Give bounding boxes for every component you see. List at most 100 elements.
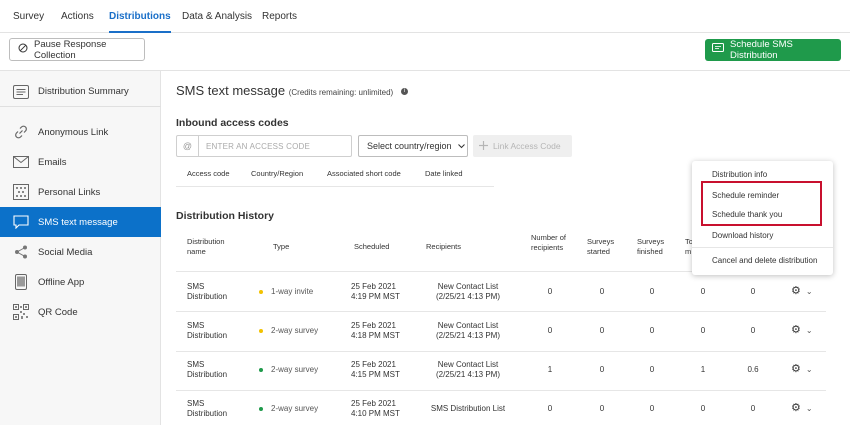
tab-actions[interactable]: Actions (61, 11, 94, 22)
sidebar-item-emails[interactable]: Emails (0, 147, 161, 177)
row4-finished: 0 (649, 404, 655, 413)
divider (176, 311, 826, 312)
sidebar-item-distribution-summary[interactable]: Distribution Summary (0, 77, 161, 107)
schedule-button-label: Schedule SMS Distribution (730, 39, 793, 61)
menu-item-download-history[interactable]: Download history (712, 231, 773, 240)
pause-icon (18, 43, 28, 56)
row3-recipients-sub: (2/25/21 4:13 PM) (435, 370, 501, 379)
chevron-down-icon (457, 141, 465, 151)
link-button-label: Link Access Code (493, 141, 561, 151)
credits-text: (Credits remaining: unlimited) (288, 88, 394, 97)
row2-name: SMS Distribution (187, 321, 228, 340)
status-dot-icon (259, 328, 263, 333)
row1-actions-button[interactable]: ⚙ ⌄ (791, 284, 813, 297)
sidebar-item-label: Personal Links (38, 186, 101, 198)
summary-icon (13, 84, 29, 100)
row3-name: SMS Distribution (187, 360, 228, 379)
row4-type-label: 2-way survey (271, 404, 319, 413)
row2-actions-button[interactable]: ⚙ ⌄ (791, 323, 813, 336)
row2-num: 0 (547, 326, 553, 335)
schedule-sms-distribution-button[interactable]: Schedule SMS Distribution (705, 39, 841, 61)
status-dot-icon (259, 289, 263, 294)
chevron-down-icon: ⌄ (805, 365, 813, 374)
row4-col8: 0 (700, 404, 706, 413)
row3-num: 1 (547, 365, 553, 374)
inbound-access-codes-heading: Inbound access codes (176, 117, 289, 129)
column-header-recipients: Recipients (426, 242, 462, 251)
row3-date: 25 Feb 2021 (351, 360, 396, 369)
sidebar-item-label: Anonymous Link (38, 126, 109, 138)
row2-type-label: 2-way survey (271, 326, 319, 335)
gear-icon: ⚙ (791, 402, 801, 414)
row4-num: 0 (547, 404, 553, 413)
row1-time: 4:19 PM MST (351, 292, 400, 301)
tab-reports[interactable]: Reports (262, 11, 297, 22)
row4-started: 0 (599, 404, 605, 413)
divider (176, 390, 826, 391)
row4-date: 25 Feb 2021 (351, 399, 396, 408)
sidebar-item-qr-code[interactable]: QR Code (0, 297, 161, 327)
column-header-distribution-name: Distribution name (187, 237, 225, 256)
row3-type-label: 2-way survey (271, 365, 319, 374)
chevron-down-icon: ⌄ (805, 287, 813, 296)
page-title: SMS text message (Credits remaining: unl… (176, 83, 408, 98)
row4-type: 2-way survey (259, 404, 318, 414)
sidebar: Distribution Summary Anonymous Link Emai… (0, 71, 161, 425)
personal-links-icon (13, 184, 29, 200)
row4-actions-button[interactable]: ⚙ ⌄ (791, 401, 813, 414)
row3-actions-button[interactable]: ⚙ ⌄ (791, 362, 813, 375)
status-dot-icon (259, 406, 263, 411)
menu-item-distribution-info[interactable]: Distribution info (712, 170, 767, 179)
app: Survey Actions Distributions Data & Anal… (0, 0, 850, 425)
row2-recipients: New Contact List (437, 321, 499, 330)
sidebar-item-label: SMS text message (38, 216, 118, 228)
sms-icon (712, 43, 724, 57)
column-header-surveys-finished: Surveys finished (637, 237, 665, 256)
sidebar-item-label: Emails (38, 156, 67, 168)
row2-col8: 0 (700, 326, 706, 335)
sidebar-item-personal-links[interactable]: Personal Links (0, 177, 161, 207)
info-icon[interactable]: i (400, 88, 408, 96)
link-access-code-button[interactable]: Link Access Code (473, 135, 572, 157)
sidebar-item-anonymous-link[interactable]: Anonymous Link (0, 117, 161, 147)
row3-time: 4:15 PM MST (351, 370, 400, 379)
sidebar-item-label: QR Code (38, 306, 78, 318)
pause-response-collection-button[interactable]: Pause Response Collection (9, 38, 145, 61)
column-header-surveys-started: Surveys started (587, 237, 615, 256)
row1-type: 1-way invite (259, 287, 313, 297)
row3-col9: 0.6 (747, 365, 759, 374)
row1-num: 0 (547, 287, 553, 296)
country-select-label: Select country/region (367, 141, 452, 151)
distribution-history-heading: Distribution History (176, 210, 275, 222)
tab-data-analysis[interactable]: Data & Analysis (182, 11, 252, 22)
menu-item-cancel-delete-distribution[interactable]: Cancel and delete distribution (712, 256, 817, 265)
gear-icon: ⚙ (791, 285, 801, 297)
tab-distributions[interactable]: Distributions (109, 11, 171, 33)
row2-started: 0 (599, 326, 605, 335)
access-code-input[interactable]: @ ENTER AN ACCESS CODE (176, 135, 352, 157)
row2-recipients-sub: (2/25/21 4:13 PM) (435, 331, 501, 340)
country-region-select[interactable]: Select country/region (358, 135, 468, 157)
row2-time: 4:18 PM MST (351, 331, 400, 340)
row2-col9: 0 (750, 326, 756, 335)
sidebar-item-label: Social Media (38, 246, 93, 258)
plus-icon (479, 140, 488, 152)
gear-icon: ⚙ (791, 324, 801, 336)
sidebar-item-sms-text-message[interactable]: SMS text message (0, 207, 161, 237)
column-header-number-of-recipients: Number of recipients (531, 233, 567, 252)
sidebar-item-offline-app[interactable]: Offline App (0, 267, 161, 297)
share-icon (13, 244, 29, 260)
column-header-short-code: Associated short code (327, 169, 401, 178)
row3-finished: 0 (649, 365, 655, 374)
column-header-scheduled: Scheduled (354, 242, 390, 251)
row4-recipients: SMS Distribution List (430, 404, 506, 413)
row1-date: 25 Feb 2021 (351, 282, 396, 291)
row4-time: 4:10 PM MST (351, 409, 400, 418)
tab-survey[interactable]: Survey (13, 11, 44, 22)
row3-col8: 1 (700, 365, 706, 374)
row3-started: 0 (599, 365, 605, 374)
menu-divider (692, 247, 833, 248)
divider (176, 186, 494, 187)
gear-icon: ⚙ (791, 363, 801, 375)
sidebar-item-social-media[interactable]: Social Media (0, 237, 161, 267)
